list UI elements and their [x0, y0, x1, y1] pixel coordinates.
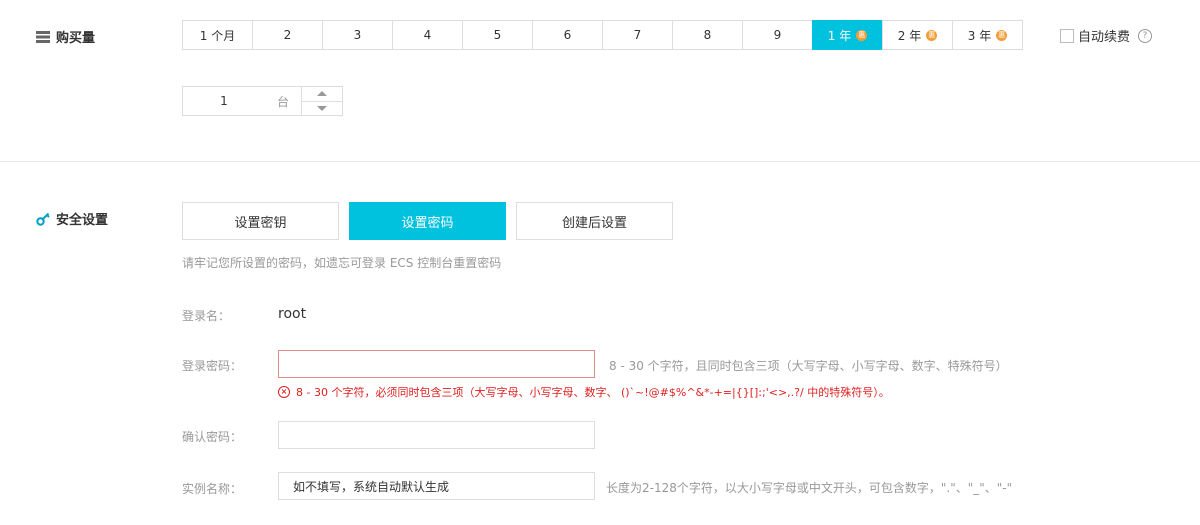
security-hint: 请牢记您所设置的密码，如遗忘可登录 ECS 控制台重置密码 [182, 256, 502, 270]
duration-label: 1 个月 [199, 28, 236, 43]
duration-option[interactable]: 8 [672, 20, 743, 50]
duration-option[interactable]: 6 [532, 20, 603, 50]
duration-option[interactable]: 1 年惠 [812, 20, 883, 50]
duration-label: 9 [773, 28, 782, 42]
duration-selector: 1 个月 2 3 4 5 6 7 8 9 1 年惠2 年惠3 年惠 [182, 20, 1023, 50]
confirm-password-label: 确认密码： [182, 430, 243, 444]
discount-badge-icon: 惠 [926, 29, 938, 41]
arrow-down-icon [317, 105, 327, 111]
duration-label: 2 年 [897, 28, 922, 43]
duration-option[interactable]: 5 [462, 20, 533, 50]
password-hint: 8 - 30 个字符，且同时包含三项（大写字母、小写字母、数字、特殊符号） [609, 359, 1008, 373]
quantity-step-buttons [301, 87, 342, 115]
auto-renew-checkbox[interactable] [1060, 28, 1074, 43]
section-divider [0, 161, 1200, 162]
quantity-input[interactable]: 1 [183, 87, 265, 115]
security-section-label: 安全设置 [36, 209, 108, 228]
duration-label: 7 [633, 28, 642, 42]
quantity-stepper: 1 台 [182, 86, 343, 116]
duration-option[interactable]: 1 个月 [182, 20, 253, 50]
discount-badge-icon: 惠 [996, 29, 1008, 41]
duration-label: 5 [493, 28, 502, 42]
security-label: 安全设置 [56, 213, 109, 228]
decrement-button[interactable] [302, 100, 342, 116]
duration-option[interactable]: 3 年惠 [952, 20, 1023, 50]
quantity-unit: 台 [276, 94, 289, 109]
duration-label: 4 [423, 28, 432, 42]
instance-name-input[interactable]: 如不填写，系统自动默认生成 [278, 472, 595, 500]
duration-option[interactable]: 2 [252, 20, 323, 50]
security-tab[interactable]: 设置密码 [349, 202, 506, 240]
key-icon [36, 212, 50, 226]
duration-label: 8 [703, 28, 712, 42]
security-tab[interactable]: 设置密钥 [182, 202, 339, 240]
duration-option[interactable]: 9 [742, 20, 813, 50]
password-input[interactable] [278, 350, 595, 378]
password-error-text: 8 - 30 个字符，必须同时包含三项（大写字母、小写字母、数字、 ()`~!@… [296, 386, 890, 399]
duration-option[interactable]: 2 年惠 [882, 20, 953, 50]
increment-button[interactable] [302, 87, 342, 101]
confirm-password-input[interactable] [278, 421, 595, 449]
duration-label: 2 [283, 28, 292, 42]
password-label: 登录密码： [182, 359, 243, 373]
purchase-label: 购买量 [56, 31, 96, 46]
security-tab[interactable]: 创建后设置 [516, 202, 673, 240]
question-circle-icon[interactable]: ? [1138, 28, 1153, 43]
discount-badge-icon: 惠 [856, 29, 868, 41]
password-error: × 8 - 30 个字符，必须同时包含三项（大写字母、小写字母、数字、 ()`~… [278, 384, 890, 400]
instance-name-hint: 长度为2-128个字符，以大小写字母或中文开头，可包含数字，"."、"_"、"-… [606, 481, 1013, 495]
duration-label: 3 年 [967, 28, 992, 43]
duration-label: 1 年 [827, 28, 852, 43]
security-tabs: 设置密钥 设置密码 创建后设置 [182, 202, 673, 240]
duration-label: 6 [563, 28, 572, 42]
duration-option[interactable]: 7 [602, 20, 673, 50]
duration-option[interactable]: 3 [322, 20, 393, 50]
error-icon: × [278, 386, 290, 398]
list-icon [36, 30, 50, 43]
arrow-up-icon [317, 91, 327, 97]
duration-option[interactable]: 4 [392, 20, 463, 50]
purchase-section-label: 购买量 [36, 27, 95, 46]
login-name-value: root [278, 306, 307, 322]
auto-renew-label: 自动续费 [1078, 30, 1131, 45]
login-name-label: 登录名： [182, 309, 231, 323]
instance-name-label: 实例名称： [182, 482, 243, 496]
duration-label: 3 [353, 28, 362, 42]
auto-renew[interactable]: 自动续费 ? [1060, 26, 1153, 45]
